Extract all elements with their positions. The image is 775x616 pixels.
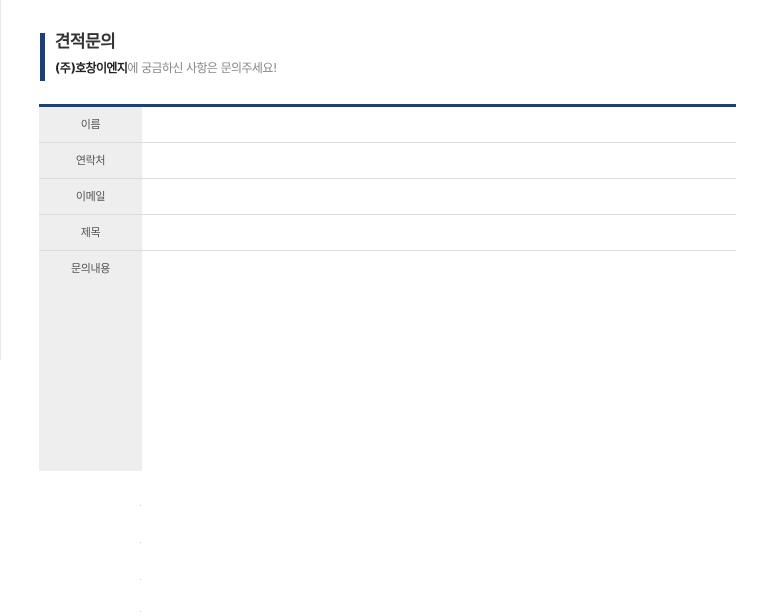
email-label: 이메일	[39, 179, 142, 214]
page-subtitle: (주)호창이엔지에 궁금하신 사항은 문의주세요!	[55, 60, 278, 76]
subtitle-text: 에 궁금하신 사항은 문의주세요!	[127, 61, 277, 75]
page-title: 견적문의	[55, 32, 116, 52]
dot-marker	[140, 505, 141, 506]
form-row-message: 문의내용	[39, 251, 736, 471]
company-name: (주)호창이엔지	[55, 61, 128, 75]
dot-marker	[140, 579, 141, 580]
form-row-subject: 제목	[39, 215, 736, 251]
form-row-email: 이메일	[39, 179, 736, 215]
inquiry-form: 이름 연락처 이메일 제목 문의내용	[39, 104, 736, 471]
dot-marker	[140, 542, 141, 543]
message-textarea[interactable]	[142, 251, 736, 471]
inquiry-header: 견적문의 (주)호창이엔지에 궁금하신 사항은 문의주세요!	[40, 32, 640, 82]
phone-label: 연락처	[39, 143, 142, 178]
title-accent-bar	[40, 33, 45, 81]
name-label: 이름	[39, 107, 142, 142]
dot-marker	[140, 611, 141, 612]
form-row-phone: 연락처	[39, 143, 736, 179]
phone-input[interactable]	[142, 143, 736, 178]
form-row-name: 이름	[39, 107, 736, 143]
subject-input[interactable]	[142, 215, 736, 250]
page-left-border	[0, 0, 1, 360]
name-input[interactable]	[142, 107, 736, 142]
message-label: 문의내용	[39, 251, 142, 471]
subject-label: 제목	[39, 215, 142, 250]
email-input[interactable]	[142, 179, 736, 214]
